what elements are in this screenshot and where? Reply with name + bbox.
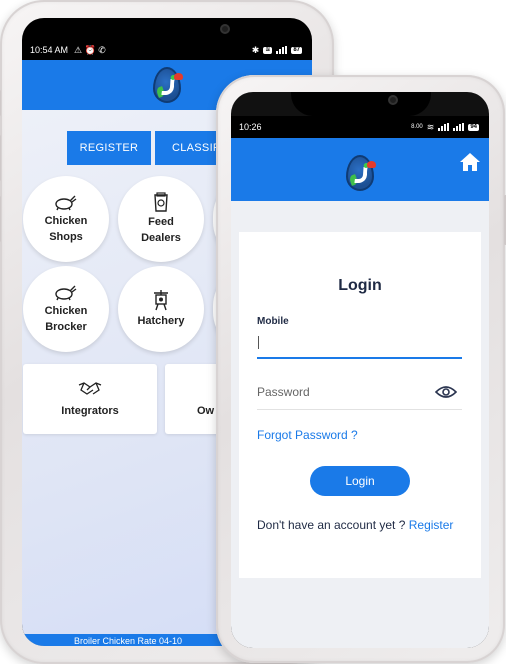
- category-label: Chicken Brocker: [44, 305, 88, 333]
- battery-icon: 87: [291, 46, 302, 54]
- status-icons: 8.00 ≋ 94: [411, 122, 479, 133]
- chicken-icon: [55, 195, 77, 211]
- category-chicken-shops[interactable]: Chicken Shops: [23, 176, 109, 262]
- volume-button: [0, 135, 1, 181]
- category-hatchery[interactable]: Hatchery: [118, 266, 204, 352]
- text-caret: [258, 336, 259, 349]
- forgot-password-link[interactable]: Forgot Password ?: [257, 428, 358, 442]
- wifi-icon: ≋: [263, 46, 273, 54]
- status-bar: 10:54 AM ⚠ ⏰ ✆ ✱ ≋ 87: [22, 40, 312, 60]
- chicken-icon: [55, 285, 77, 301]
- category-feed-dealers[interactable]: Feed Dealers: [118, 176, 204, 262]
- signal-icon: [438, 123, 450, 131]
- handshake-icon: [78, 382, 102, 395]
- register-tab[interactable]: REGISTER: [67, 131, 151, 165]
- camera-icon: [220, 24, 230, 34]
- status-time: 10:54 AM: [30, 45, 69, 55]
- bluetooth-icon: ✱: [251, 44, 260, 55]
- register-link[interactable]: Register: [409, 518, 454, 532]
- notification-icons: ⚠ ⏰ ✆: [74, 44, 106, 55]
- category-label: Chicken Shops: [44, 215, 88, 243]
- login-card: Login Mobile Forgot Password ? Login Don…: [239, 232, 481, 578]
- login-title: Login: [338, 277, 382, 294]
- app-logo-icon: [153, 67, 183, 103]
- mobile-label: Mobile: [257, 316, 289, 327]
- volume-button: [0, 196, 1, 242]
- app-logo-icon: [346, 154, 376, 191]
- front-phone-frame: 10:26 8.00 ≋ 94 Login Mobile Forgot Pass…: [216, 75, 506, 663]
- feed-bag-icon: [154, 192, 168, 212]
- signal-icon: [276, 46, 288, 54]
- category-label: Ow: [197, 405, 215, 417]
- volume-button: [0, 90, 1, 116]
- wifi-icon: ≋: [426, 121, 435, 132]
- category-label: Hatchery: [137, 315, 185, 327]
- login-button[interactable]: Login: [310, 466, 410, 496]
- network-speed: 8.00: [411, 124, 423, 130]
- front-phone-screen: 10:26 8.00 ≋ 94 Login Mobile Forgot Pass…: [231, 92, 489, 648]
- mobile-input[interactable]: [257, 329, 462, 359]
- status-icons: ✱ ≋ 87: [252, 45, 302, 56]
- signup-prompt: Don't have an account yet ? Register: [257, 518, 453, 532]
- category-integrators[interactable]: Integrators: [23, 364, 157, 434]
- category-chicken-brocker[interactable]: Chicken Brocker: [23, 266, 109, 352]
- status-bar: 10:26 8.00 ≋ 94: [231, 116, 489, 138]
- category-label: Feed Dealers: [141, 216, 181, 244]
- app-header: [231, 138, 489, 201]
- battery-icon: 94: [468, 123, 479, 131]
- home-icon[interactable]: [459, 152, 481, 172]
- camera-icon: [388, 95, 398, 105]
- show-password-icon[interactable]: [435, 384, 457, 400]
- category-label: Integrators: [61, 405, 119, 417]
- signal-icon: [453, 123, 465, 131]
- password-input[interactable]: [257, 374, 462, 410]
- login-page: Login Mobile Forgot Password ? Login Don…: [231, 201, 489, 648]
- signup-text: Don't have an account yet ?: [257, 518, 409, 532]
- hatchery-icon: [154, 290, 168, 311]
- notch: [291, 92, 431, 116]
- status-time: 10:26: [239, 122, 262, 132]
